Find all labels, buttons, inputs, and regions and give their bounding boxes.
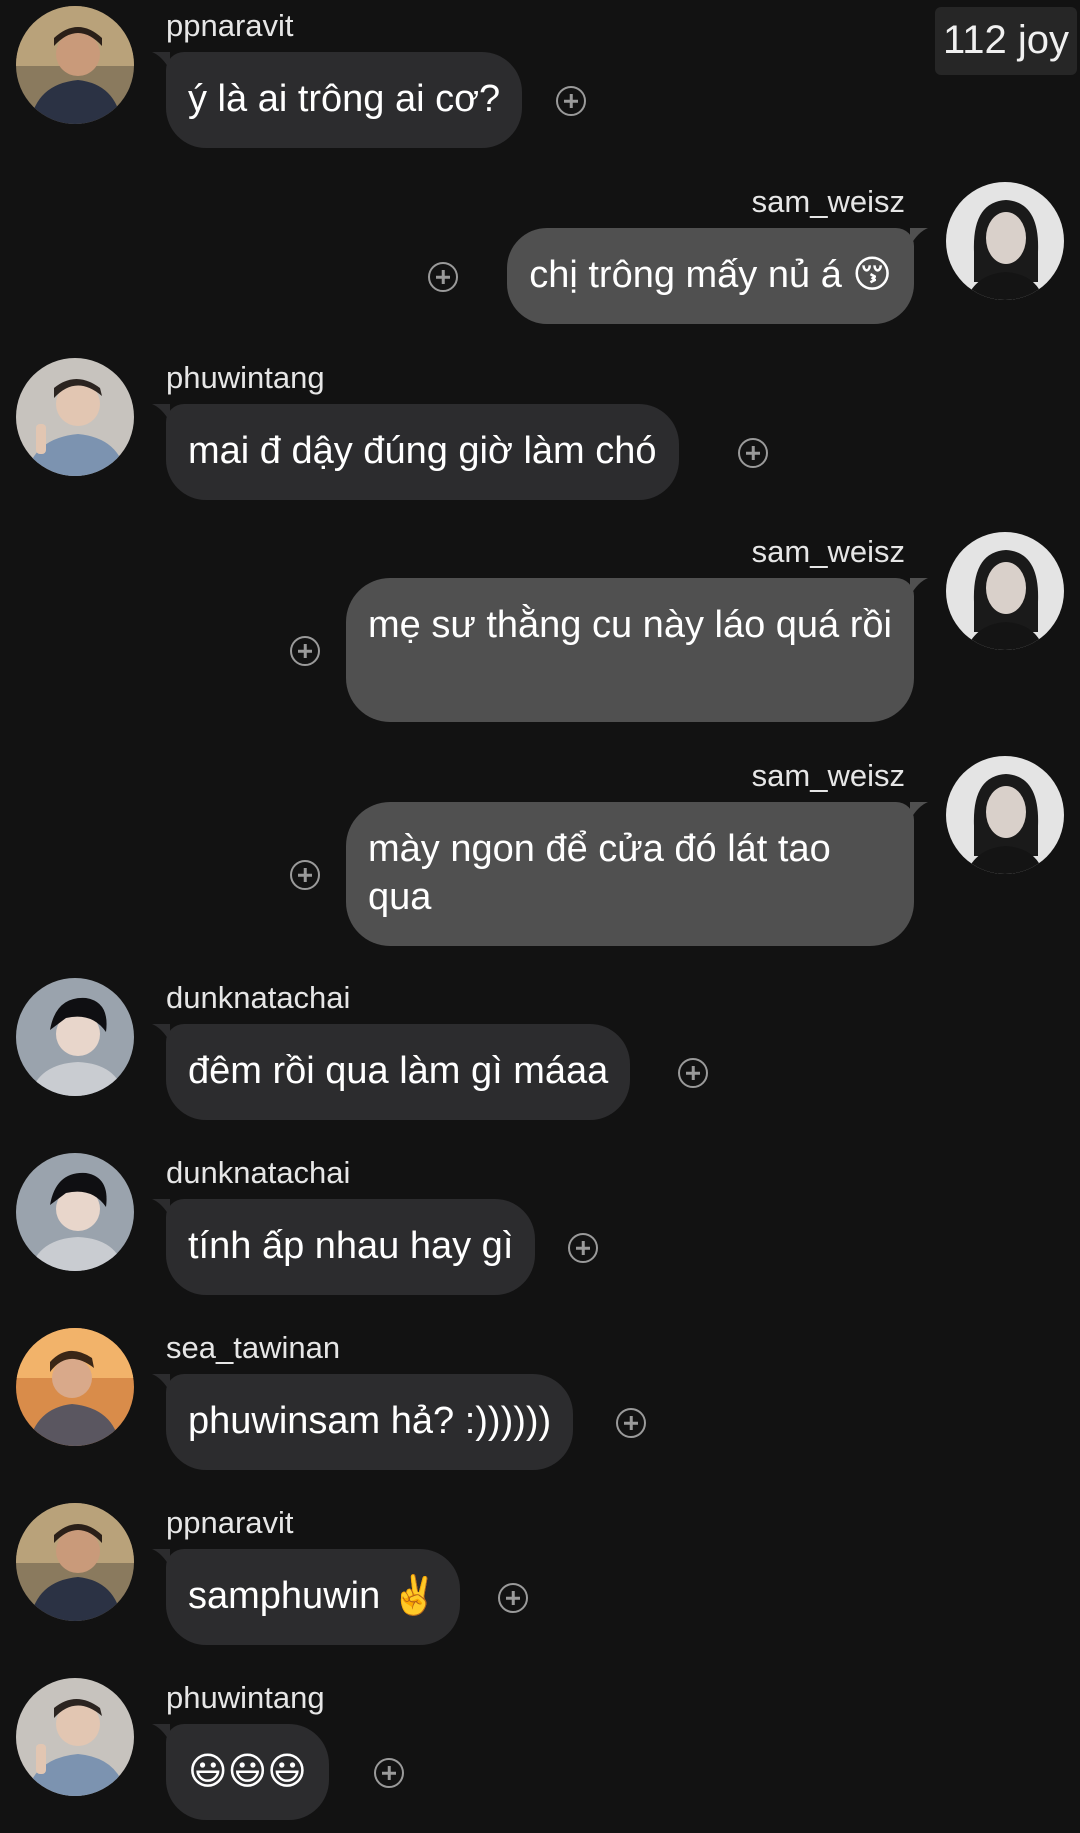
avatar[interactable] xyxy=(946,532,1064,650)
avatar[interactable] xyxy=(946,182,1064,300)
joy-badge: 112 joy xyxy=(934,7,1077,75)
message-bubble[interactable]: ý là ai trông ai cơ? xyxy=(166,52,523,148)
add-reaction-icon[interactable] xyxy=(678,1058,708,1088)
add-reaction-icon[interactable] xyxy=(428,262,458,292)
add-reaction-icon[interactable] xyxy=(374,1758,404,1788)
add-reaction-icon[interactable] xyxy=(290,860,320,890)
message-bubble[interactable]: chị trông mấy nủ á 😚 xyxy=(507,228,914,324)
add-reaction-icon[interactable] xyxy=(556,86,586,116)
username[interactable]: phuwintang xyxy=(166,1680,325,1716)
add-reaction-icon[interactable] xyxy=(290,636,320,666)
message-bubble[interactable]: 😃😃😃 xyxy=(166,1724,329,1820)
avatar[interactable] xyxy=(16,978,134,1096)
add-reaction-icon[interactable] xyxy=(498,1583,528,1613)
add-reaction-icon[interactable] xyxy=(568,1233,598,1263)
username[interactable]: dunknatachai xyxy=(166,1155,350,1191)
message-bubble[interactable]: đêm rồi qua làm gì máaa xyxy=(166,1024,631,1120)
avatar[interactable] xyxy=(16,1503,134,1621)
username[interactable]: sam_weisz xyxy=(752,758,905,794)
message-bubble[interactable]: phuwinsam hả? :)))))) xyxy=(166,1374,574,1470)
username[interactable]: ppnaravit xyxy=(166,1505,294,1541)
avatar[interactable] xyxy=(16,1153,134,1271)
message-bubble[interactable]: mày ngon để cửa đó lát tao qua xyxy=(346,802,914,946)
username[interactable]: sea_tawinan xyxy=(166,1330,340,1366)
avatar[interactable] xyxy=(16,1678,134,1796)
username[interactable]: sam_weisz xyxy=(752,534,905,570)
username[interactable]: sam_weisz xyxy=(752,184,905,220)
avatar[interactable] xyxy=(16,358,134,476)
username[interactable]: ppnaravit xyxy=(166,8,294,44)
username[interactable]: dunknatachai xyxy=(166,980,350,1016)
username[interactable]: phuwintang xyxy=(166,360,325,396)
avatar[interactable] xyxy=(16,6,134,124)
message-bubble[interactable]: tính ấp nhau hay gì xyxy=(166,1199,536,1295)
message-bubble[interactable]: mai đ dậy đúng giờ làm chó xyxy=(166,404,679,500)
add-reaction-icon[interactable] xyxy=(738,438,768,468)
message-bubble[interactable]: samphuwin ✌️ xyxy=(166,1549,461,1645)
add-reaction-icon[interactable] xyxy=(616,1408,646,1438)
avatar[interactable] xyxy=(946,756,1064,874)
avatar[interactable] xyxy=(16,1328,134,1446)
message-bubble[interactable]: mẹ sư thằng cu này láo quá rồi xyxy=(346,578,914,722)
